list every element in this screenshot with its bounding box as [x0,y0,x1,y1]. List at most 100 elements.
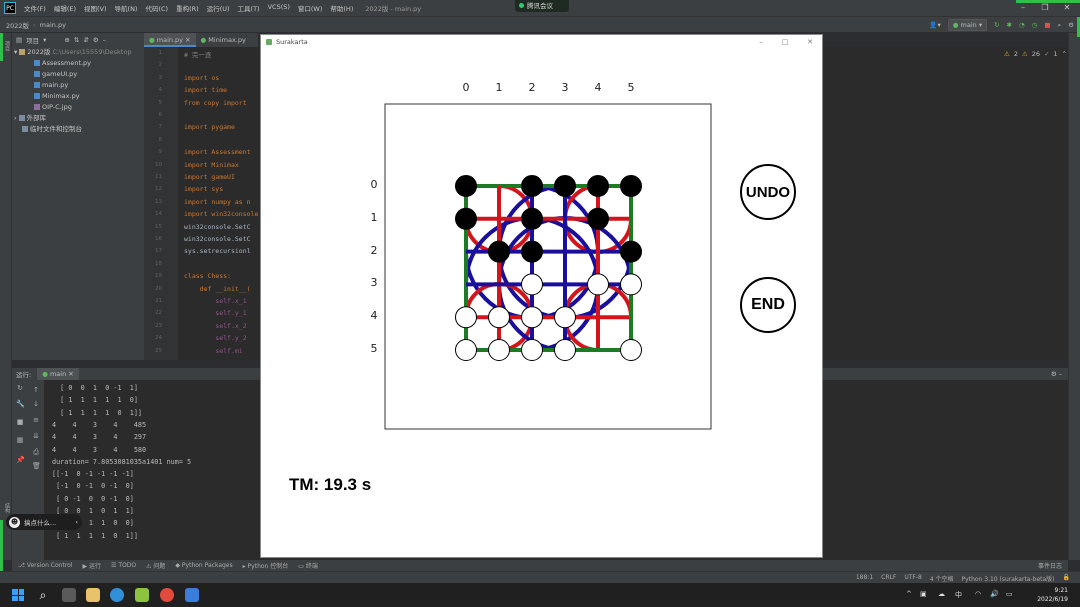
rerun-icon[interactable]: ↻ [994,21,999,29]
code-line: sys.setrecursionl [184,247,251,256]
tree-root[interactable]: ▾ 2022版 C:\Users\15559\Desktop [12,47,144,58]
search-icon[interactable]: ⌕ [1058,21,1062,30]
profile-icon[interactable]: ◷ [1032,21,1038,29]
tree-scratches[interactable]: 临时文件和控制台 [12,124,144,135]
chevron-down-icon[interactable]: ▾ [43,36,46,44]
project-panel-title[interactable]: 项目 [26,35,39,45]
rerun-icon[interactable]: ↻ [16,384,24,392]
tray-overflow-icon[interactable]: ^ [906,590,912,598]
layout-icon[interactable]: ▦ [16,436,24,444]
menu-item[interactable]: 帮助(H) [326,3,357,13]
collapse-icon[interactable]: ⇅ [74,36,79,44]
tool-window-button[interactable]: ▶ 运行 [83,561,102,570]
arrow-up-icon[interactable]: ↑ [32,386,40,394]
task-view-icon[interactable] [62,588,76,602]
black-piece [455,207,477,230]
run-config-select[interactable]: ● main ▾ [947,19,988,31]
menu-item[interactable]: 工具(T) [234,3,264,13]
chevron-left-icon[interactable]: ‹ [75,518,78,526]
tree-file-label: Minimax.py [42,92,80,100]
tool-window-button[interactable]: ▭ 终端 [298,561,318,570]
indent-setting[interactable]: 4 个空格 [930,574,954,583]
tree-file[interactable]: OIP-C.jpg [12,102,144,113]
print-icon[interactable]: ⎙ [32,448,40,456]
menu-item[interactable]: 导航(N) [111,3,142,13]
windows-start-icon[interactable] [12,589,24,601]
gear-icon[interactable]: ⚙ [1068,21,1074,29]
tree-file[interactable]: gameUI.py [12,69,144,80]
run-tab-main[interactable]: ● main ✕ [37,368,79,380]
menu-item[interactable]: VCS(S) [264,3,294,13]
pycharm-icon[interactable] [135,588,149,602]
menu-item[interactable]: 代码(C) [141,3,172,13]
tree-ext-libs[interactable]: › 外部库 [12,113,144,124]
interpreter-setting[interactable]: Python 3.10 (surakarta-beta版) [962,574,1055,583]
stop-icon[interactable]: ■ [1044,21,1050,29]
edge-browser-icon[interactable] [110,588,124,602]
debug-icon[interactable]: ✱ [1007,21,1012,29]
code-editor[interactable]: # 完一逐 import os import time from copy impor… [178,47,260,360]
tool-window-bar: ⎇ Version Control ▶ 运行 ☰ TODO ⚠ 问题 ◆ Python … [12,560,1068,571]
file-encoding[interactable]: UTF-8 [904,574,922,583]
black-piece [455,175,477,197]
volume-icon[interactable]: 🔊 [990,590,999,598]
scroll-end-icon[interactable]: ⇊ [32,432,40,440]
undo-button[interactable]: UNDO [740,164,796,220]
chevron-up-icon[interactable]: ⌃ [1062,50,1067,58]
tool-window-button[interactable]: ◆ Python Packages [175,562,232,569]
line-separator[interactable]: CRLF [881,574,896,583]
menu-item[interactable]: 窗口(W) [294,3,327,13]
file-explorer-icon[interactable] [86,588,100,602]
system-clock[interactable]: 9:21 2022/6/19 [1037,586,1068,604]
event-log-button[interactable]: 事件日志 [1038,561,1062,570]
tray-app-icon[interactable]: ▣ [920,590,927,598]
tray-network-icon[interactable]: ☁ [938,590,945,598]
menu-item[interactable]: 文件(F) [20,3,50,13]
gear-icon[interactable]: ⚙ – [1051,370,1062,378]
gear-icon[interactable]: ⚙ [93,36,99,44]
trash-icon[interactable]: 🗑 [32,462,41,470]
tool-window-button[interactable]: ▸ Python 控制台 [243,561,289,570]
locate-icon[interactable]: ⊕ [64,36,69,44]
tool-window-button[interactable]: ⚠ 问题 [146,561,165,570]
lock-icon[interactable]: 🔓 [1063,574,1070,583]
coverage-icon[interactable]: ◔ [1019,21,1025,29]
hide-icon[interactable]: – [103,36,106,44]
breadcrumb-project[interactable]: 2022版 [6,20,29,30]
tree-file[interactable]: main.py [12,80,144,91]
menu-item[interactable]: 运行(U) [203,3,234,13]
app-icon[interactable] [185,588,199,602]
user-icon[interactable]: 👤▾ [929,21,940,29]
search-icon[interactable]: ⌕ [36,588,50,602]
tree-file[interactable]: Assessment.py [12,58,144,69]
pin-icon[interactable]: 📌 [16,456,25,464]
tab-main-py[interactable]: ● main.py ✕ [144,33,196,47]
menu-item[interactable]: 视图(V) [80,3,111,13]
tree-root-path: C:\Users\15559\Desktop [52,48,132,56]
tab-minimax-py[interactable]: ● Minimax.py [196,33,251,47]
wifi-icon[interactable]: ◠ [975,590,981,598]
tree-root-label: 2022版 [27,48,51,56]
caret-position[interactable]: 188:1 [856,574,873,583]
code-editor-right[interactable] [823,47,1068,360]
menu-item[interactable]: 编辑(E) [50,3,80,13]
ime-indicator[interactable]: 中 [955,590,962,600]
app-icon[interactable] [160,588,174,602]
inspection-widget[interactable]: ⚠ 2 ⚠ 26 ✓ 1 ⌃ [1004,50,1067,58]
expand-icon[interactable]: ⇵ [83,36,88,44]
code-line: import numpy as n [184,197,251,206]
arrow-down-icon[interactable]: ↓ [32,400,40,408]
wrench-icon[interactable]: 🔧 [16,400,25,408]
meeting-indicator[interactable]: 腾讯会议 [515,0,569,12]
structure-stripe-button[interactable]: 结构 [1,503,11,513]
assistant-bubble[interactable]: ☻ 搞点什么... ‹ [6,514,82,530]
wrap-icon[interactable]: ≡ [32,416,40,424]
tool-window-button[interactable]: ☰ TODO [111,562,136,569]
breadcrumb-file[interactable]: main.py [40,21,66,29]
stop-icon[interactable]: ■ [16,418,24,426]
battery-icon[interactable]: ▭ [1006,590,1013,598]
tool-window-button[interactable]: ⎇ Version Control [18,562,73,569]
tree-file[interactable]: Minimax.py [12,91,144,102]
menu-item[interactable]: 重构(R) [172,3,203,13]
end-button[interactable]: END [740,277,796,333]
